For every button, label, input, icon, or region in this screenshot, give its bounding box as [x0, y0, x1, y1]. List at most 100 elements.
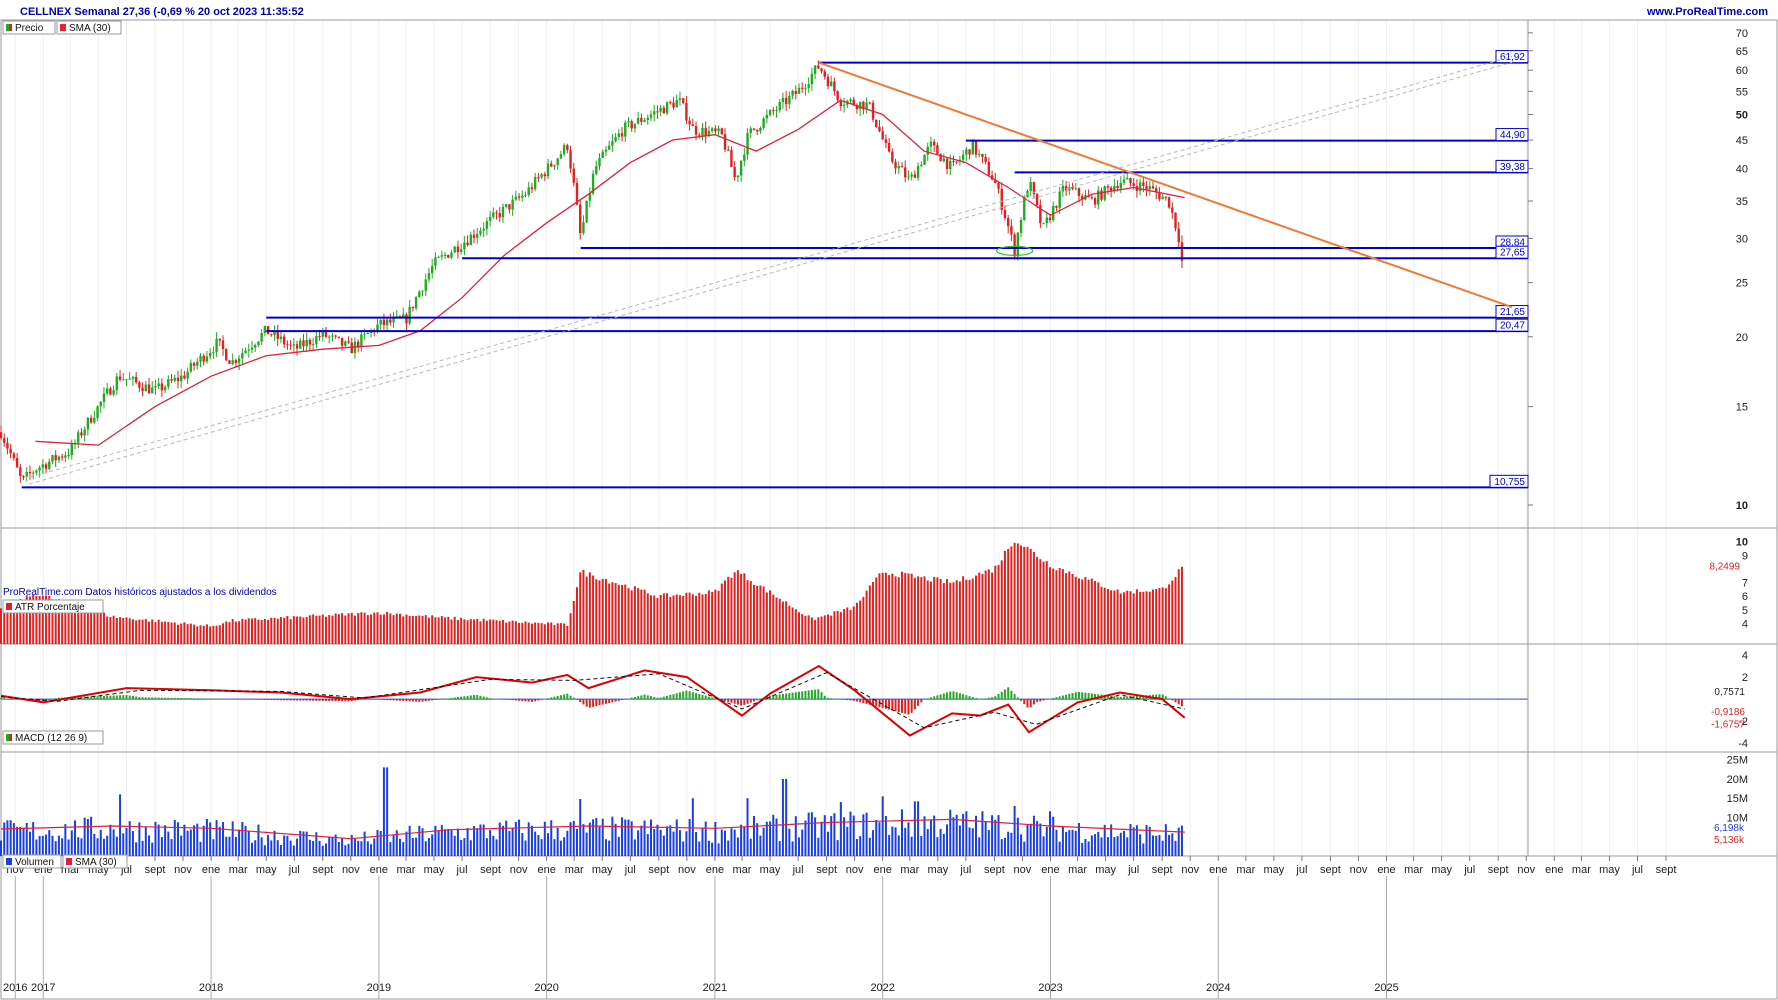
price-axis-label: 40 [1736, 164, 1748, 176]
candle-down [1006, 218, 1010, 227]
atr-bar [997, 564, 1000, 644]
macd-histogram-bar [730, 699, 733, 703]
x-tick-label: nov [1350, 864, 1368, 876]
atr-bar [173, 622, 176, 644]
macd-histogram-bar [3, 698, 6, 700]
macd-histogram-bar [337, 699, 340, 702]
macd-histogram-bar [48, 699, 51, 700]
atr-bar [131, 619, 134, 644]
x-tick-label: sept [312, 864, 333, 876]
volume-bar [714, 821, 717, 856]
macd-histogram-bar [1039, 699, 1042, 702]
candle-down [662, 107, 666, 114]
atr-bar [341, 613, 344, 644]
macd-histogram-bar [727, 699, 730, 702]
candle-down [820, 68, 823, 72]
volume-bar [489, 830, 492, 856]
candle-down [270, 334, 273, 336]
candle-down [772, 110, 775, 112]
candle-up [1148, 186, 1151, 190]
volume-bar [598, 826, 601, 856]
atr-bar [826, 614, 829, 644]
volume-bar [379, 830, 382, 856]
volume-bar [186, 830, 189, 856]
macd-histogram-bar [923, 699, 926, 700]
atr-bar [1151, 589, 1154, 644]
atr-bar [508, 621, 511, 644]
atr-bar [1161, 587, 1164, 644]
atr-bar [888, 575, 891, 644]
macd-histogram-bar [1074, 692, 1077, 700]
macd-histogram-bar [196, 698, 199, 700]
volume-bar [788, 828, 791, 856]
atr-bar [402, 616, 405, 644]
volume-bar [505, 820, 508, 856]
atr-bar [807, 615, 810, 644]
macd-histogram-bar [437, 699, 440, 700]
candle-up [257, 341, 260, 346]
atr-bar [775, 597, 778, 644]
macd-histogram-bar [524, 699, 527, 702]
macd-histogram-bar [402, 699, 405, 701]
x-tick-label: mar [1572, 864, 1591, 876]
atr-bar [379, 614, 382, 644]
atr-bar [920, 577, 923, 644]
atr-bar [633, 586, 636, 644]
macd-histogram-bar [115, 695, 118, 700]
atr-bar [884, 572, 887, 644]
atr-bar [942, 583, 945, 644]
atr-bar [427, 617, 430, 644]
candle-down [974, 140, 978, 155]
candle-up [533, 177, 537, 190]
volume-bar [1129, 824, 1132, 856]
site-link[interactable]: www.ProRealTime.com [1646, 6, 1768, 18]
macd-histogram-bar [518, 699, 521, 701]
macd-histogram-bar [180, 698, 183, 700]
atr-bar [106, 616, 109, 644]
candle-up [521, 195, 524, 198]
atr-bar [450, 619, 453, 644]
macd-histogram-bar [1003, 689, 1006, 700]
macd-histogram-bar [173, 697, 176, 700]
volume-bar [1168, 834, 1171, 856]
atr-bar [595, 579, 598, 644]
macd-histogram-bar [540, 699, 543, 700]
volume-bar [978, 837, 981, 856]
volume-bar [344, 845, 347, 856]
volume-bar [289, 840, 292, 856]
volume-bar [424, 841, 427, 856]
candle-down [147, 384, 151, 394]
legend-swatch [6, 24, 9, 31]
x-tick-label: may [927, 864, 948, 876]
candle-up [788, 95, 791, 105]
candle-up [1019, 220, 1023, 233]
macd-histogram-bar [785, 693, 788, 700]
volume-bar [16, 826, 19, 856]
volume-bar [1132, 827, 1135, 856]
atr-bar [579, 572, 582, 644]
macd-histogram-bar [418, 699, 421, 702]
volume-bar [926, 829, 929, 856]
candle-up [488, 216, 492, 222]
atr-bar [1058, 568, 1061, 644]
candle-up [778, 102, 781, 111]
volume-bar [968, 827, 971, 856]
volume-bar [1049, 811, 1052, 856]
candle-up [920, 164, 923, 167]
x-year-label: 2024 [1206, 982, 1230, 994]
volume-bar [279, 844, 282, 856]
macd-histogram-bar [807, 690, 810, 700]
atr-bar [492, 619, 495, 644]
candle-up [504, 204, 508, 207]
atr-bar [611, 582, 614, 644]
atr-bar [141, 619, 144, 644]
candle-up [717, 128, 720, 132]
atr-bar [1106, 589, 1109, 644]
macd-histogram-bar [707, 696, 710, 700]
volume-bar [939, 828, 942, 856]
candle-up [186, 371, 189, 379]
macd-histogram-bar [1052, 697, 1055, 700]
macd-histogram-bar [157, 697, 160, 700]
atr-bar [524, 621, 527, 644]
macd-histogram-bar [386, 699, 389, 701]
